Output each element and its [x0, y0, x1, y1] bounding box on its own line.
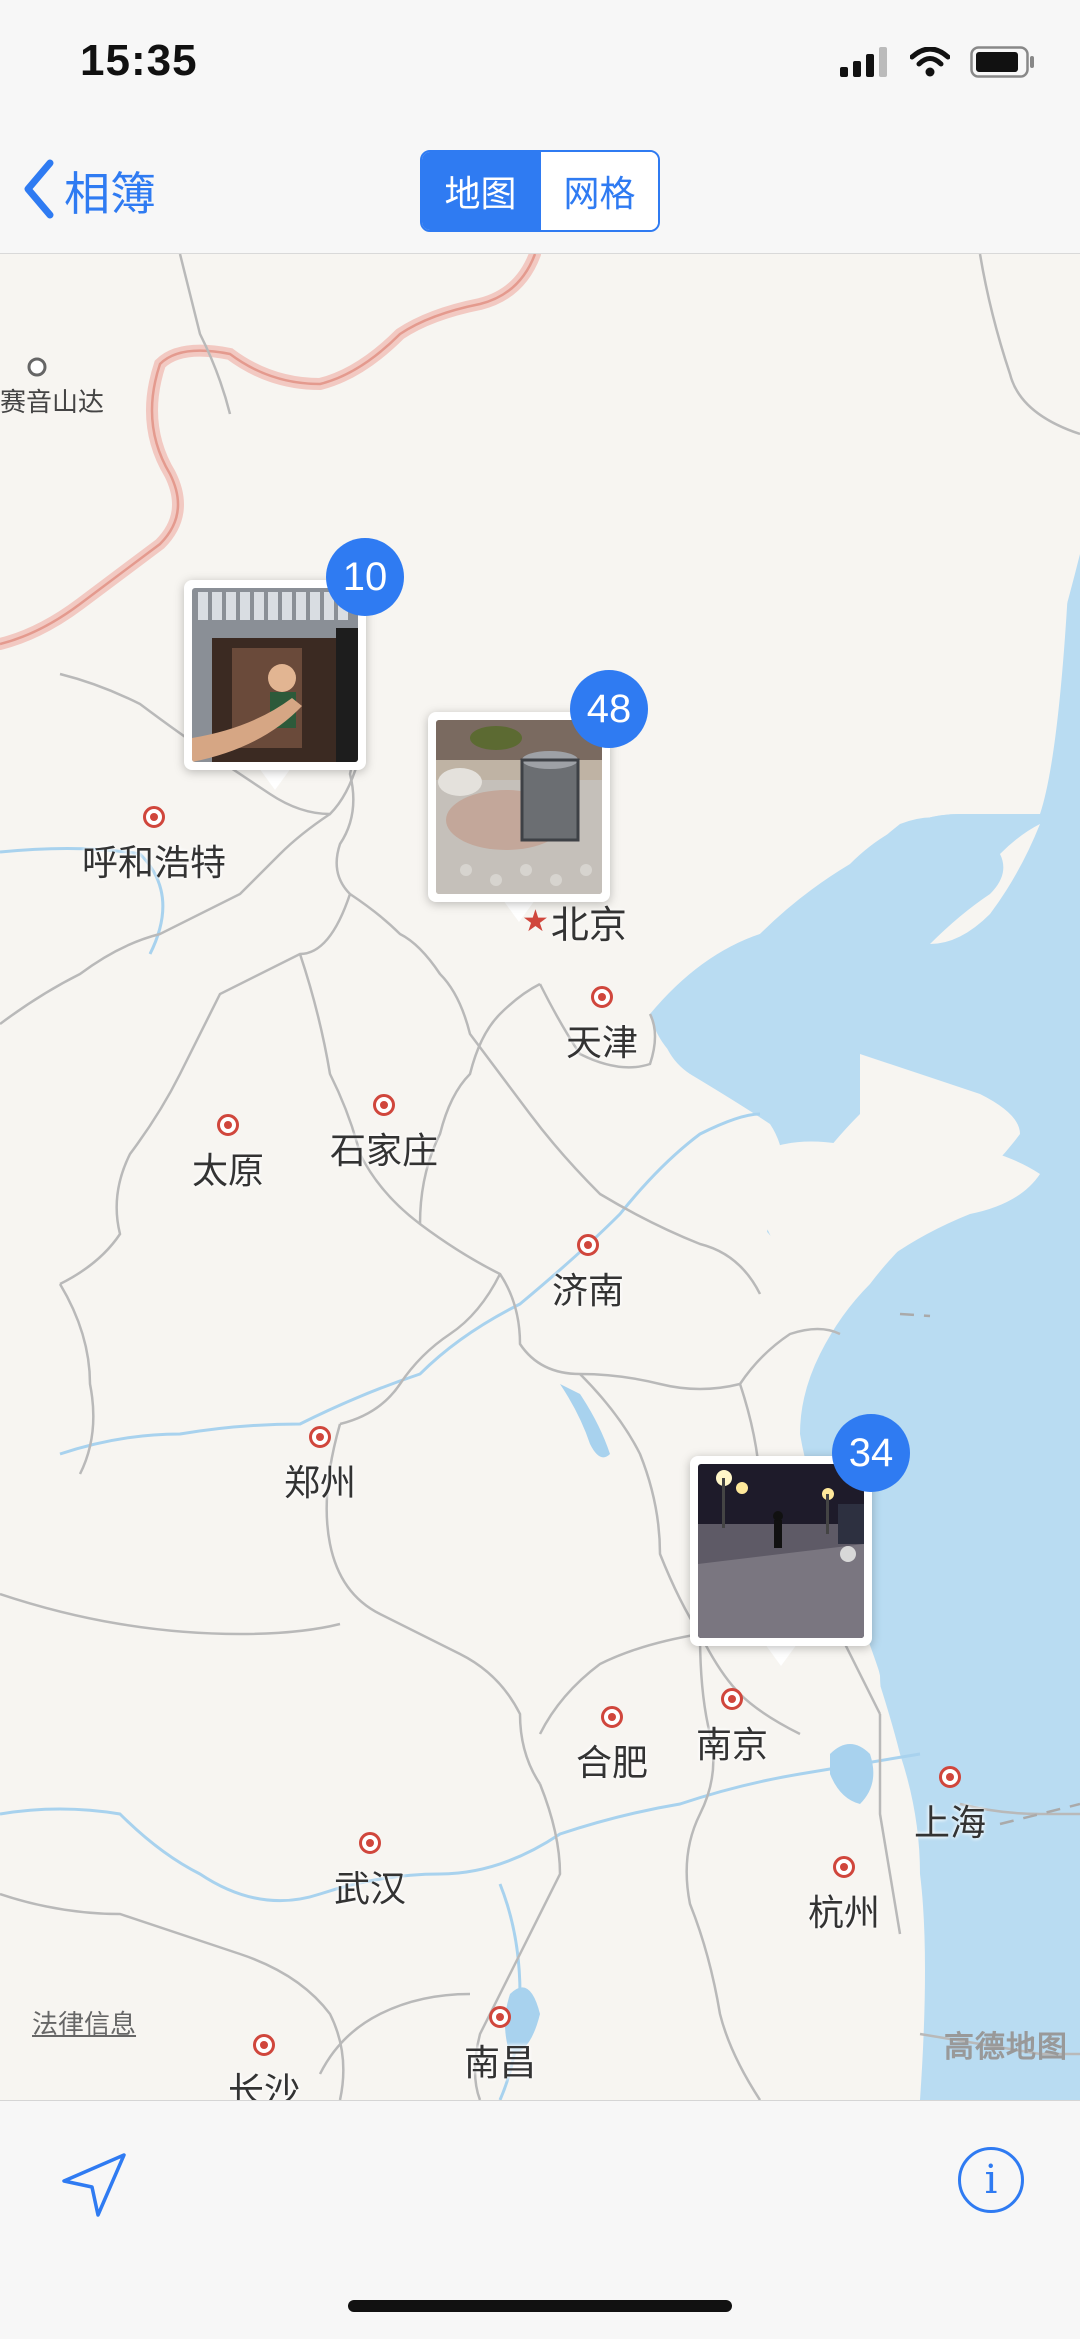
photo-count-badge: 48: [570, 670, 648, 748]
photos-map-screen: 15:35 相簿 地图 网格 赛音山达 呼和浩特 ★ 北京 天津 太原 石家庄 …: [0, 0, 1080, 2339]
city-taiyuan[interactable]: 太原: [192, 1114, 264, 1194]
city-label: 杭州: [808, 1893, 881, 1934]
city-label: 太原: [192, 1151, 265, 1192]
status-time: 15:35: [80, 36, 198, 85]
info-icon: i: [984, 2157, 998, 2203]
city-marker: [939, 1766, 961, 1788]
photo-count-badge: 34: [832, 1414, 910, 1492]
city-label: 郑州: [284, 1463, 357, 1504]
photo-count-badge: 10: [326, 538, 404, 616]
photo-thumbnail: [192, 588, 358, 762]
city-label: 济南: [552, 1271, 625, 1312]
chevron-left-icon: [22, 159, 56, 223]
status-bar: 15:35: [0, 0, 1080, 130]
city-marker: [359, 1832, 381, 1854]
pin-frame: [184, 580, 366, 770]
segment-grid[interactable]: 网格: [539, 152, 658, 230]
current-location-button[interactable]: [58, 2149, 130, 2221]
city-label: 呼和浩特: [82, 843, 227, 884]
segment-map[interactable]: 地图: [422, 152, 539, 230]
city-hangzhou[interactable]: 杭州: [808, 1856, 880, 1936]
city-marker: [591, 986, 613, 1008]
navigation-bar: 相簿 地图 网格: [0, 130, 1080, 254]
city-label: 武汉: [334, 1869, 407, 1910]
city-marker: [833, 1856, 855, 1878]
photo-cluster-pin[interactable]: 48: [428, 670, 648, 922]
pin-tail: [259, 768, 291, 790]
city-shijiazhuang[interactable]: 石家庄: [330, 1094, 438, 1174]
location-arrow-icon: [62, 2153, 126, 2217]
town-marker-icon: [27, 357, 47, 377]
map-provider-logo: 高德地图: [944, 2030, 1068, 2065]
info-button[interactable]: i: [958, 2147, 1024, 2213]
city-marker: [601, 1706, 623, 1728]
city-label: 石家庄: [330, 1131, 439, 1172]
pin-frame: [690, 1456, 872, 1646]
city-nanchang[interactable]: 南昌: [464, 2006, 536, 2086]
city-label: 南昌: [464, 2043, 537, 2084]
city-jinan[interactable]: 济南: [552, 1234, 624, 1314]
pin-frame: [428, 712, 610, 902]
city-shanghai[interactable]: 上海: [914, 1766, 986, 1846]
home-indicator[interactable]: [348, 2300, 732, 2312]
town-label-saiyinshanda: 赛音山达: [0, 357, 105, 419]
city-hohhot[interactable]: 呼和浩特: [82, 806, 226, 886]
city-marker: [253, 2034, 275, 2056]
city-marker: [217, 1114, 239, 1136]
city-label: 上海: [914, 1803, 987, 1844]
town-name: 赛音山达: [0, 388, 105, 418]
pin-tail: [503, 900, 535, 922]
status-icons: [840, 46, 1036, 82]
battery-icon: [970, 46, 1036, 82]
signal-icon: [840, 47, 890, 81]
photo-thumbnail: [698, 1464, 864, 1638]
city-marker: [373, 1094, 395, 1116]
photo-cluster-pin[interactable]: 34: [690, 1414, 910, 1666]
city-label: 长沙: [228, 2071, 301, 2100]
city-marker: [489, 2006, 511, 2028]
back-button[interactable]: 相簿: [22, 156, 156, 226]
photo-thumbnail: [436, 720, 602, 894]
city-hefei[interactable]: 合肥: [576, 1706, 648, 1786]
city-marker: [721, 1688, 743, 1710]
city-marker: [309, 1426, 331, 1448]
legal-info-link[interactable]: 法律信息: [32, 2004, 136, 2041]
city-wuhan[interactable]: 武汉: [334, 1832, 406, 1912]
pin-tail: [765, 1644, 797, 1666]
city-label: 南京: [696, 1725, 769, 1766]
view-mode-segmented-control: 地图 网格: [420, 150, 660, 232]
map-view[interactable]: 赛音山达 呼和浩特 ★ 北京 天津 太原 石家庄 济南 郑州 合肥 南京 上海 …: [0, 254, 1080, 2100]
back-label: 相簿: [64, 167, 156, 221]
city-nanjing[interactable]: 南京: [696, 1688, 768, 1768]
city-label: 天津: [566, 1023, 639, 1064]
wifi-icon: [909, 46, 951, 81]
city-marker: [577, 1234, 599, 1256]
city-tianjin[interactable]: 天津: [566, 986, 638, 1066]
city-label: 合肥: [576, 1743, 649, 1784]
photo-cluster-pin[interactable]: 10: [184, 538, 404, 790]
city-changsha[interactable]: 长沙: [228, 2034, 300, 2100]
city-zhengzhou[interactable]: 郑州: [284, 1426, 356, 1506]
city-marker: [143, 806, 165, 828]
